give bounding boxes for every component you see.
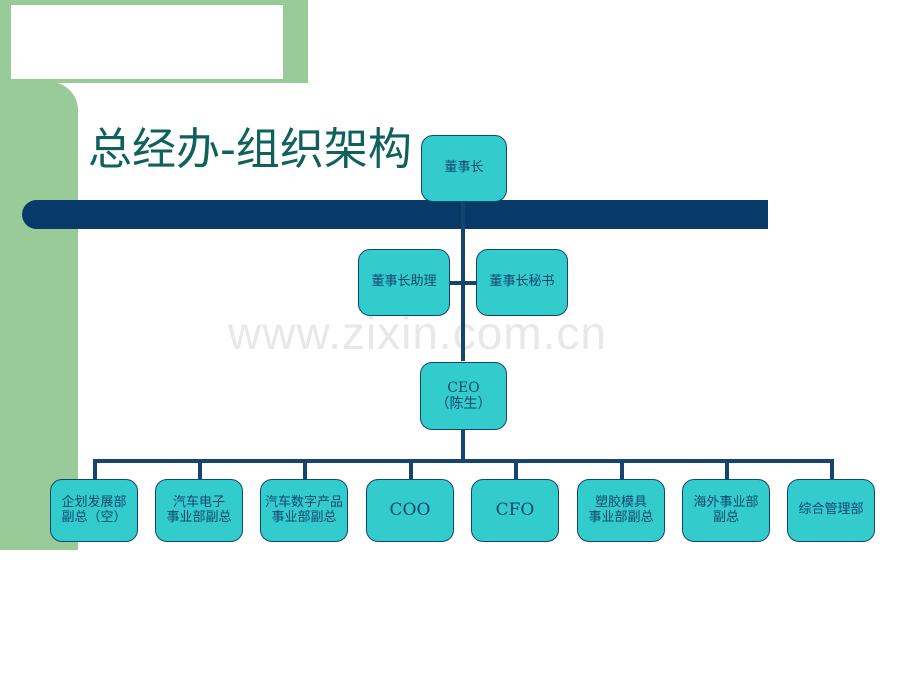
org-node-general-management-dept[interactable]: 综合管理部 xyxy=(787,479,875,542)
org-node-ceo-label: CEO （陈生） xyxy=(435,379,492,412)
org-node-planning-development-vp-label: 企划发展部 副总（空） xyxy=(61,494,127,525)
org-node-chairman-assistant[interactable]: 董事长助理 xyxy=(358,249,450,316)
org-node-auto-digital-products-vp-label: 汽车数字产品 事业部副总 xyxy=(264,494,343,525)
connector-bus-to-division-7 xyxy=(725,459,729,481)
connector-bus-to-division-4 xyxy=(409,459,413,481)
org-node-cfo[interactable]: CFO xyxy=(471,479,559,542)
decorative-green-frame xyxy=(0,0,308,83)
connector-division-bus xyxy=(93,459,834,463)
connector-bus-to-division-1 xyxy=(93,459,97,481)
org-node-chairman[interactable]: 董事长 xyxy=(421,135,507,202)
connector-bus-to-division-6 xyxy=(620,459,624,481)
org-node-plastic-mold-vp[interactable]: 塑胶模具 事业部副总 xyxy=(577,479,665,542)
connector-staff-to-ceo xyxy=(461,281,465,361)
connector-bus-to-division-3 xyxy=(303,459,307,481)
org-node-chairman-secretary-label: 董事长秘书 xyxy=(489,274,555,290)
org-node-general-management-dept-label: 综合管理部 xyxy=(798,502,864,518)
org-node-chairman-assistant-label: 董事长助理 xyxy=(371,274,437,290)
org-node-ceo[interactable]: CEO （陈生） xyxy=(420,362,507,430)
connector-bus-to-division-8 xyxy=(830,459,834,481)
connector-bus-to-division-2 xyxy=(198,459,202,481)
org-node-auto-electronics-vp-label: 汽车电子 事业部副总 xyxy=(166,494,232,525)
org-node-coo-label: COO xyxy=(389,499,431,520)
org-node-chairman-secretary[interactable]: 董事长秘书 xyxy=(476,249,568,316)
org-node-chairman-label: 董事长 xyxy=(444,160,484,176)
org-node-overseas-business-vp[interactable]: 海外事业部 副总 xyxy=(682,479,770,542)
connector-chairman-to-staff xyxy=(461,201,465,283)
decorative-green-frame-inner xyxy=(11,5,283,79)
connector-bus-to-division-5 xyxy=(514,459,518,481)
org-node-overseas-business-vp-label: 海外事业部 副总 xyxy=(693,494,759,525)
slide-canvas: 总经办-组织架构 www.zixin.com.cn 董事长 董事长助理 董事长秘… xyxy=(0,0,920,690)
org-node-auto-digital-products-vp[interactable]: 汽车数字产品 事业部副总 xyxy=(260,479,348,542)
org-node-plastic-mold-vp-label: 塑胶模具 事业部副总 xyxy=(588,494,654,525)
page-title: 总经办-组织架构 xyxy=(88,124,412,175)
connector-ceo-to-bus xyxy=(461,430,465,462)
org-node-planning-development-vp[interactable]: 企划发展部 副总（空） xyxy=(50,479,138,542)
org-node-cfo-label: CFO xyxy=(495,499,535,520)
title-underline-bar xyxy=(22,200,768,229)
org-node-coo[interactable]: COO xyxy=(366,479,454,542)
org-node-auto-electronics-vp[interactable]: 汽车电子 事业部副总 xyxy=(155,479,243,542)
